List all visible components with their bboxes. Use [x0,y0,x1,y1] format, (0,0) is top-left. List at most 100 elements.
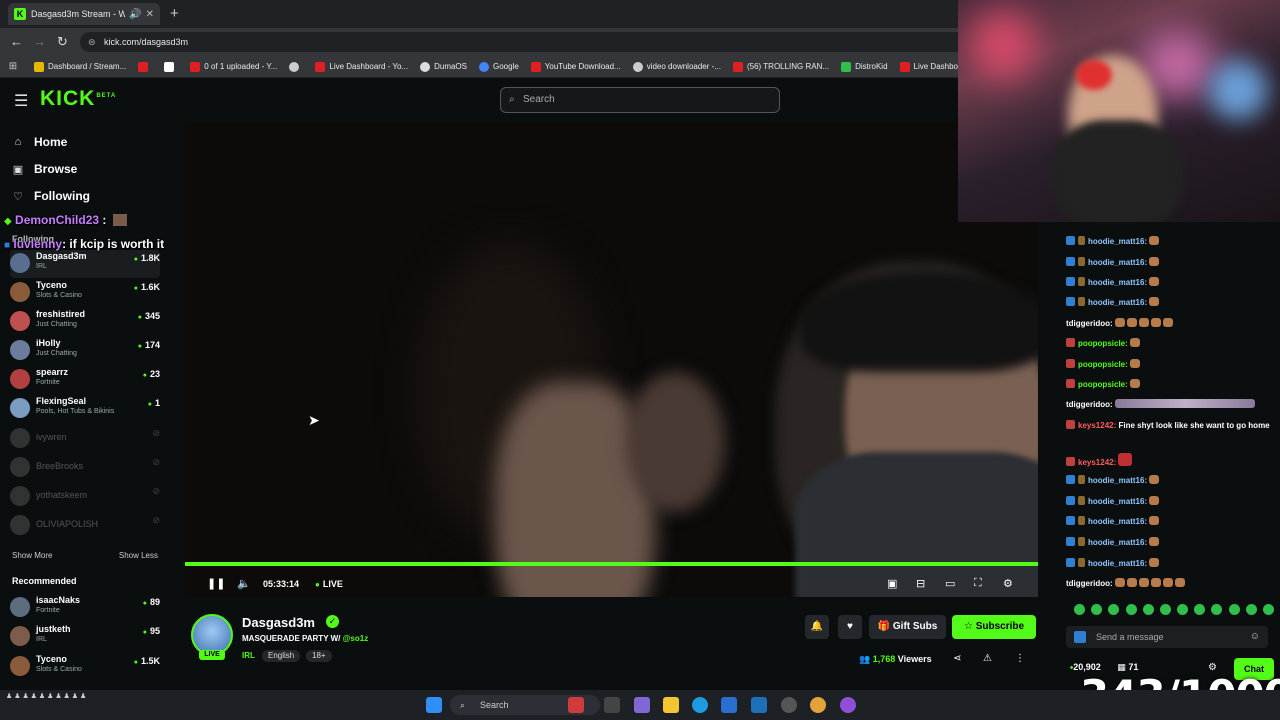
taskbar-app-icon[interactable] [568,697,584,713]
bookmark-item[interactable] [138,61,152,72]
chat-message: poopopsicle: [1066,338,1272,349]
emote-icon[interactable] [1211,604,1223,615]
following-channel[interactable]: Dasgasd3m IRL 1.8K [10,250,160,278]
follow-heart-icon[interactable]: ♥ [838,615,862,639]
emote-icon[interactable] [1194,604,1206,615]
volume-icon[interactable]: 🔈 [237,577,251,590]
following-channel[interactable]: FlexingSeal Pools, Hot Tubs & Bikinis 1 [10,395,160,423]
new-tab-icon[interactable]: + [170,5,179,22]
chat-message: hoodie_matt16: [1066,558,1272,569]
offline-channel[interactable]: OLIVIAPOLISH ⊘ [10,512,160,540]
avatar [10,253,30,273]
site-info-icon[interactable]: ⊜ [88,32,96,52]
browser-tab[interactable]: K Dasgasd3m Stream - Watc 🔊 ✕ [8,3,160,25]
chat-input[interactable]: Send a message ☺ [1066,626,1268,648]
following-channel[interactable]: spearrz Fortnite 23 [10,366,160,394]
taskbar-app-icon[interactable] [781,697,797,713]
address-bar[interactable]: ⊜ kick.com/dasgasd3m [80,32,970,52]
bookmark-item[interactable]: YouTube Download... [530,61,621,72]
chat-panel: hoodie_matt16: hoodie_matt16: hoodie_mat… [1060,222,1280,690]
close-tab-icon[interactable]: ✕ [146,9,154,20]
emote-icon[interactable] [1091,604,1103,615]
emote-icon[interactable] [1108,604,1120,615]
nav-browse[interactable]: ▣ Browse [12,162,78,176]
emote-icon[interactable] [1142,604,1154,615]
emote-icon[interactable] [1228,604,1240,615]
language-tag[interactable]: English [262,650,301,662]
speaker-icon[interactable]: 🔊 [129,9,141,20]
windows-start-icon[interactable] [426,697,442,713]
taskbar-app-icon[interactable] [840,697,856,713]
emote-icon[interactable] [1074,604,1085,615]
bookmark-item[interactable] [164,61,178,72]
following-channel[interactable]: freshistired Just Chatting 345 [10,308,160,336]
video-player[interactable] [185,122,1038,597]
emote-icon[interactable] [1245,604,1257,615]
fullscreen-icon[interactable]: ⛶ [974,577,982,590]
bookmark-item[interactable]: DumaOS [420,61,467,72]
offline-channel[interactable]: ivywren ⊘ [10,425,160,453]
emote-icon[interactable] [1159,604,1171,615]
gift-subs-button[interactable]: 🎁 Gift Subs [869,615,946,639]
offline-channel[interactable]: BreeBrooks ⊘ [10,454,160,482]
miniplayer-icon[interactable]: ▣ [887,577,897,590]
search-icon: ⌕ [460,700,466,710]
chat-identity-icon[interactable] [1074,631,1086,643]
emote-icon[interactable] [1262,604,1274,615]
following-channel[interactable]: Tyceno Slots & Casino 1.6K [10,279,160,307]
outlook-icon[interactable] [751,697,767,713]
show-less-button[interactable]: Show Less [119,551,158,560]
share-icon[interactable]: ⋖ [953,653,961,664]
emote-icon[interactable] [1177,604,1189,615]
recommended-channel[interactable]: isaacNaks Fortnite 89 [10,594,160,622]
live-progress-bar[interactable] [185,562,1038,566]
recommended-channel[interactable]: justketh IRL 95 [10,623,160,651]
emoji-picker-icon[interactable]: ☺ [1250,626,1260,648]
channel-name[interactable]: Dasgasd3m [242,615,315,630]
taskbar-app-icon[interactable] [634,697,650,713]
apps-icon[interactable]: ⊞ [8,61,22,72]
back-icon[interactable]: ← [10,34,23,49]
emote-icon[interactable] [1125,604,1137,615]
offline-channel[interactable]: yothatskeem ⊘ [10,483,160,511]
gift-badge-icon [1078,496,1085,505]
show-more-button[interactable]: Show More [12,551,52,560]
recommended-channel[interactable]: Tyceno Slots & Casino 1.5K [10,653,160,681]
edge-icon[interactable] [692,697,708,713]
forward-icon[interactable]: → [33,34,46,49]
bookmark-item[interactable]: Dashboard / Stream... [34,61,126,72]
reload-icon[interactable]: ↻ [57,34,68,50]
bookmark-item[interactable]: video downloader -... [632,61,721,72]
mature-tag[interactable]: 18+ [306,650,332,662]
file-explorer-icon[interactable] [663,697,679,713]
nav-home[interactable]: ⌂ Home [12,135,68,149]
bookmark-item[interactable]: 0 of 1 uploaded - Y... [190,61,277,72]
bookmark-item[interactable]: (56) TROLLING RAN... [732,61,829,72]
menu-icon[interactable]: ☰ [14,91,28,111]
store-icon[interactable] [721,697,737,713]
theater-mode-icon[interactable]: ▭ [945,577,955,590]
emote-icon [1149,558,1160,567]
bookmark-item[interactable]: DistroKid [841,61,888,72]
bookmark-item[interactable]: Google [479,61,519,72]
search-input[interactable]: ⌕ Search [500,87,780,113]
pause-icon[interactable]: ❚❚ [207,577,225,590]
clip-icon[interactable]: ⊟ [916,577,925,590]
following-channel[interactable]: iHolly Just Chatting 174 [10,337,160,365]
chrome-icon[interactable] [810,697,826,713]
subscribe-button[interactable]: ☆ Subscribe [952,615,1036,639]
sidebar: ⌂ Home ▣ Browse ♡ Following Following Da… [0,122,170,690]
notification-bell-icon[interactable]: 🔔 [805,615,829,639]
task-view-icon[interactable] [604,697,620,713]
bookmark-item[interactable] [289,61,303,72]
stream-info: LIVE Dasgasd3m ✓ MASQUERADE PARTY W/ @so… [185,600,1045,690]
bookmark-item[interactable]: Live Dashboard - Yo... [315,61,408,72]
report-icon[interactable]: ⚠ [983,653,992,664]
settings-icon[interactable]: ⚙ [1003,577,1013,590]
category-tag[interactable]: IRL [242,650,255,662]
nav-following[interactable]: ♡ Following [12,189,90,203]
mention-link[interactable]: @so1z [343,634,369,643]
more-options-icon[interactable]: ⋮ [1015,653,1025,664]
chat-message: hoodie_matt16: [1066,236,1272,247]
kick-logo[interactable]: KICKBETA [40,87,116,111]
